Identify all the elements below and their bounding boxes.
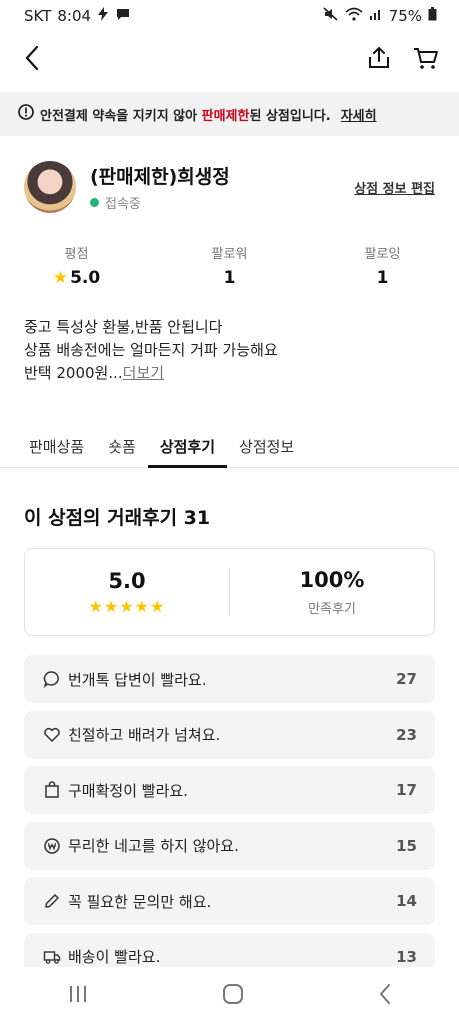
tag-count: 13 xyxy=(396,947,417,966)
pencil-icon xyxy=(42,891,62,911)
alert-icon xyxy=(18,104,34,124)
back-button[interactable] xyxy=(24,45,40,75)
shopping-bag-icon xyxy=(42,780,62,800)
chat-bubble-icon xyxy=(42,669,62,689)
truck-icon xyxy=(42,947,62,967)
top-bar xyxy=(0,36,459,84)
star-icon: ★ xyxy=(52,268,69,288)
online-status-label: 접속중 xyxy=(105,197,141,212)
rating-summary: 5.0 ★★★★★ xyxy=(25,569,229,616)
review-summary: 5.0 ★★★★★ 100% 만족후기 xyxy=(24,548,435,636)
share-button[interactable] xyxy=(367,46,391,74)
review-tag-list: 번개톡 답변이 빨라요. 27 친절하고 배려가 넘쳐요. 23 구매확정이 빨… xyxy=(24,655,435,967)
list-item[interactable]: 번개톡 답변이 빨라요. 27 xyxy=(24,655,435,703)
clock: 8:04 xyxy=(57,7,92,25)
list-item[interactable]: 배송이 빨라요. 13 xyxy=(24,932,435,967)
notice-prefix: 안전결제 약속을 지키지 않아 xyxy=(40,108,198,124)
stat-value: 5.0 xyxy=(70,268,101,288)
tab-reviews[interactable]: 상점후기 xyxy=(147,430,228,468)
stat-rating: 평점 ★ 5.0 xyxy=(0,243,153,288)
system-nav-bar xyxy=(0,968,459,1024)
shop-tabs: 판매상품 숏폼 상점후기 상점정보 xyxy=(0,430,459,468)
chevron-left-icon xyxy=(25,45,39,71)
sales-restriction-notice: 안전결제 약속을 지키지 않아 판매제한된 상점입니다. 자세히 xyxy=(0,92,459,136)
satisfaction-label: 만족후기 xyxy=(308,601,356,617)
shop-stats: 평점 ★ 5.0 팔로워 1 팔로잉 1 xyxy=(0,243,459,288)
recent-apps-icon xyxy=(69,986,86,1002)
stat-following[interactable]: 팔로잉 1 xyxy=(306,243,459,288)
notice-text: 안전결제 약속을 지키지 않아 판매제한된 상점입니다. xyxy=(40,105,331,124)
tab-shop-info[interactable]: 상점정보 xyxy=(227,430,306,467)
tag-text: 배송이 빨라요. xyxy=(68,948,161,966)
tag-text: 무리한 네고를 하지 않아요. xyxy=(68,837,239,855)
stat-label: 팔로잉 xyxy=(364,247,401,262)
tag-count: 14 xyxy=(396,892,417,910)
satisfaction-summary: 100% 만족후기 xyxy=(230,568,434,617)
chat-app-icon xyxy=(115,7,131,25)
stat-value: 1 xyxy=(223,268,236,288)
stat-followers[interactable]: 팔로워 1 xyxy=(153,243,306,288)
tag-text: 친절하고 배려가 넘쳐요. xyxy=(68,726,221,744)
tag-text: 구매확정이 빨라요. xyxy=(68,781,188,800)
notice-detail-link[interactable]: 자세히 xyxy=(341,105,377,124)
won-coin-icon xyxy=(42,836,62,856)
battery-level: 75% xyxy=(388,7,422,25)
description-line: 반택 2000원... xyxy=(24,364,123,382)
tag-count: 15 xyxy=(396,836,417,855)
description-line: 중고 특성상 환불,반품 안됩니다 xyxy=(24,318,223,336)
tab-shortform[interactable]: 숏폼 xyxy=(96,430,148,467)
wifi-icon xyxy=(345,7,363,25)
reviews-title: 이 상점의 거래후기 31 xyxy=(24,507,211,529)
cart-icon xyxy=(414,48,438,69)
tab-products[interactable]: 판매상품 xyxy=(17,430,96,467)
tag-text: 번개톡 답변이 빨라요. xyxy=(68,670,207,689)
list-item[interactable]: 구매확정이 빨라요. 17 xyxy=(24,766,435,814)
status-bar: SKT 8:04 75% xyxy=(0,0,459,32)
stat-label: 팔로워 xyxy=(211,247,248,262)
signal-icon xyxy=(369,7,383,25)
tag-count: 27 xyxy=(396,670,417,688)
charging-icon xyxy=(97,7,109,25)
list-item[interactable]: 꼭 필요한 문의만 해요. 14 xyxy=(24,877,435,925)
battery-icon xyxy=(428,7,437,25)
avatar[interactable] xyxy=(24,161,76,213)
home-icon xyxy=(223,984,244,1004)
stat-label: 평점 xyxy=(64,247,89,262)
cart-button[interactable] xyxy=(413,46,439,74)
system-back-button[interactable] xyxy=(378,983,392,1009)
description-line: 상품 배송전에는 얼마든지 거파 가능해요 xyxy=(24,341,278,359)
home-button[interactable] xyxy=(222,983,244,1009)
edit-shop-info-link[interactable]: 상점 정보 편집 xyxy=(354,178,435,197)
rating-value: 5.0 xyxy=(108,568,146,593)
online-dot-icon xyxy=(90,198,99,207)
notice-suffix: 된 상점입니다. xyxy=(249,108,331,124)
satisfaction-value: 100% xyxy=(299,567,365,592)
share-icon xyxy=(369,46,389,68)
tag-text: 꼭 필요한 문의만 해요. xyxy=(68,892,212,911)
carrier: SKT xyxy=(24,7,52,25)
read-more-link[interactable]: 더보기 xyxy=(123,364,164,382)
shop-name: (판매제한)희생정 xyxy=(90,166,230,188)
heart-icon xyxy=(42,725,62,745)
shop-profile: (판매제한)희생정 접속중 상점 정보 편집 xyxy=(24,158,435,216)
recent-apps-button[interactable] xyxy=(67,985,89,1007)
mute-icon xyxy=(323,7,339,25)
stat-value: 1 xyxy=(376,268,389,288)
list-item[interactable]: 친절하고 배려가 넘쳐요. 23 xyxy=(24,710,435,759)
list-item[interactable]: 무리한 네고를 하지 않아요. 15 xyxy=(24,821,435,870)
shop-description: 중고 특성상 환불,반품 안됩니다 상품 배송전에는 얼마든지 거파 가능해요 … xyxy=(24,316,435,385)
back-icon xyxy=(379,984,391,1004)
notice-highlight: 판매제한 xyxy=(201,108,250,124)
five-stars-icon: ★★★★★ xyxy=(88,596,166,616)
online-status: 접속중 xyxy=(90,193,354,212)
tag-count: 17 xyxy=(396,781,417,799)
tag-count: 23 xyxy=(396,725,417,744)
